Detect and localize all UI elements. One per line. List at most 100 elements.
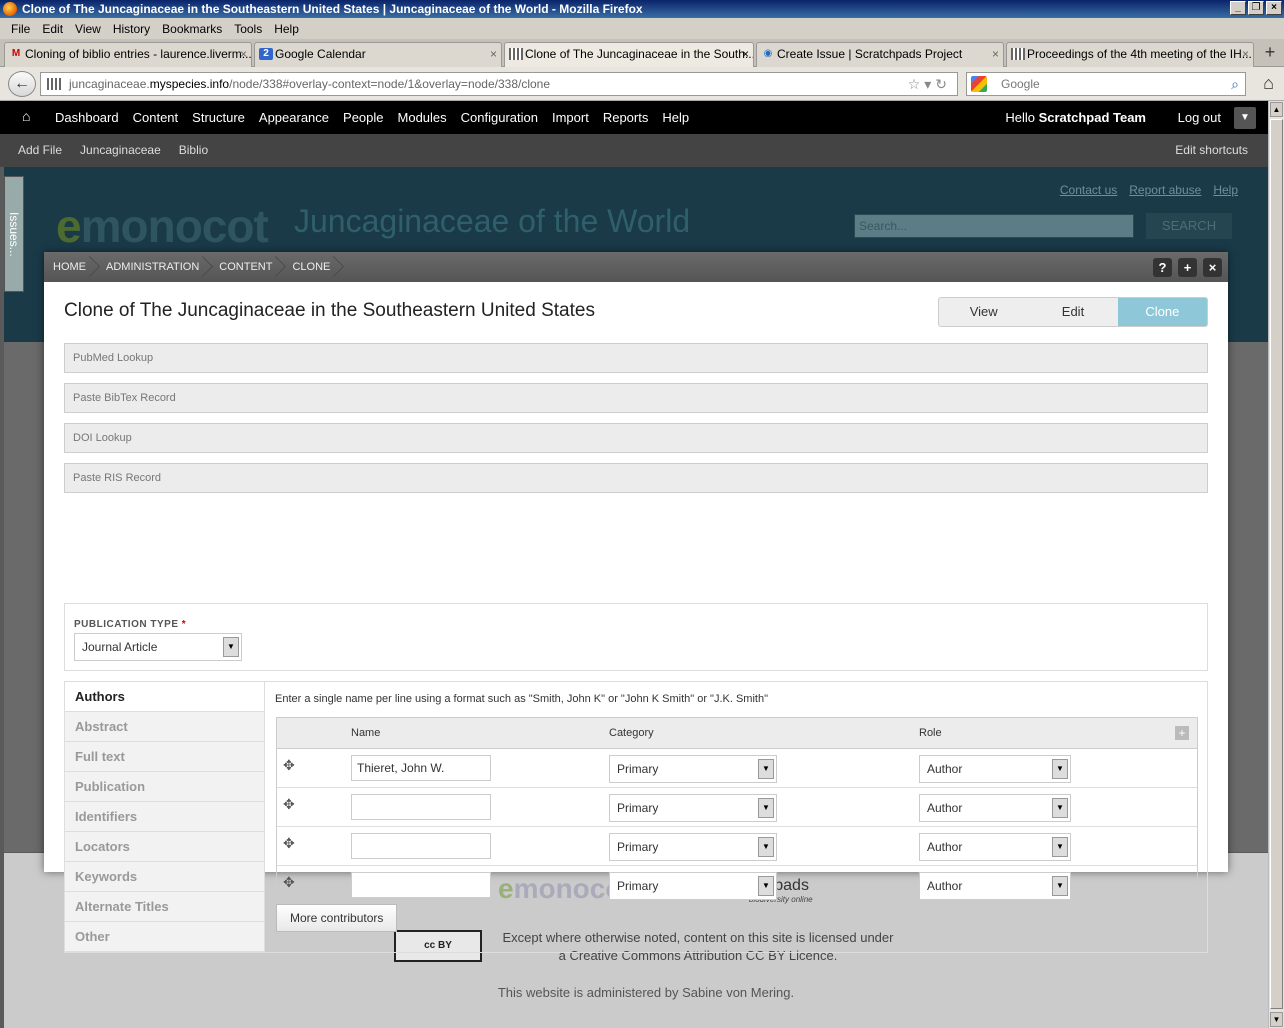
logout-link[interactable]: Log out <box>1178 110 1221 125</box>
back-button[interactable]: ← <box>8 71 36 97</box>
chevron-down-icon[interactable]: ▼ <box>223 637 239 657</box>
help-link[interactable]: Help <box>1213 183 1238 197</box>
browser-tab-calendar[interactable]: 2 Google Calendar × <box>254 42 502 67</box>
shortcut-juncaginaceae[interactable]: Juncaginaceae <box>80 143 161 157</box>
contributor-name-input[interactable]: Thieret, John W. <box>351 755 491 781</box>
drag-handle-icon[interactable]: ✥ <box>283 835 295 852</box>
chevron-down-icon[interactable]: ▼ <box>1052 876 1068 896</box>
contributor-name-input[interactable] <box>351 872 491 898</box>
contributor-category-select[interactable]: Primary ▼ <box>609 755 777 783</box>
contributor-role-select[interactable]: Author ▼ <box>919 794 1071 822</box>
home-icon[interactable]: ⌂ <box>22 109 36 123</box>
minimize-button[interactable]: _ <box>1230 1 1246 15</box>
breadcrumb-home[interactable]: HOME <box>44 252 96 282</box>
scrollbar-thumb[interactable] <box>1270 119 1283 1009</box>
chevron-down-icon[interactable]: ▼ <box>1052 798 1068 818</box>
tab-clone[interactable]: Clone <box>1117 298 1207 326</box>
contributor-name-input[interactable] <box>351 833 491 859</box>
page-scrollbar[interactable]: ▲ ▼ <box>1268 101 1284 1028</box>
username[interactable]: Scratchpad Team <box>1039 110 1146 125</box>
scroll-up-icon[interactable]: ▲ <box>1270 102 1283 117</box>
breadcrumb-administration[interactable]: ADMINISTRATION <box>96 252 209 282</box>
chevron-down-icon[interactable]: ▼ <box>1234 107 1256 129</box>
drag-handle-icon[interactable]: ✥ <box>283 796 295 813</box>
vtab-authors[interactable]: Authors <box>65 682 264 712</box>
site-search-button[interactable]: SEARCH <box>1146 213 1232 239</box>
vtab-keywords[interactable]: Keywords <box>65 862 264 892</box>
web-search-input[interactable]: Google ⌕ <box>966 72 1246 96</box>
contact-link[interactable]: Contact us <box>1060 183 1117 197</box>
contributor-category-select[interactable]: Primary ▼ <box>609 794 777 822</box>
tab-view[interactable]: View <box>939 298 1028 326</box>
vtab-other[interactable]: Other <box>65 922 264 952</box>
toolbar-appearance[interactable]: Appearance <box>252 110 336 125</box>
breadcrumb-content[interactable]: CONTENT <box>209 252 282 282</box>
tab-edit[interactable]: Edit <box>1028 298 1117 326</box>
menu-view[interactable]: View <box>75 22 101 36</box>
breadcrumb-clone[interactable]: CLONE <box>282 252 340 282</box>
toolbar-help[interactable]: Help <box>655 110 696 125</box>
add-shortcut-icon[interactable]: + <box>1178 258 1197 277</box>
toolbar-modules[interactable]: Modules <box>391 110 454 125</box>
menu-history[interactable]: History <box>113 22 150 36</box>
expand-icon[interactable]: + <box>1175 726 1189 740</box>
issues-tab[interactable]: Issues... <box>4 176 24 292</box>
tab-close-icon[interactable]: × <box>742 43 749 66</box>
paste-bibtex-fieldset[interactable]: Paste BibTex Record <box>64 383 1208 413</box>
help-icon[interactable]: ? <box>1153 258 1172 277</box>
contributor-name-input[interactable] <box>351 794 491 820</box>
chevron-down-icon[interactable]: ▼ <box>758 876 774 896</box>
tab-close-icon[interactable]: × <box>1242 43 1249 66</box>
contributor-category-select[interactable]: Primary ▼ <box>609 872 777 900</box>
vtab-publication[interactable]: Publication <box>65 772 264 802</box>
site-search-input[interactable]: Search... <box>854 214 1134 238</box>
close-icon[interactable]: × <box>1203 258 1222 277</box>
more-contributors-button[interactable]: More contributors <box>276 904 398 932</box>
tab-close-icon[interactable]: × <box>240 43 247 66</box>
vtab-abstract[interactable]: Abstract <box>65 712 264 742</box>
menu-file[interactable]: File <box>11 22 30 36</box>
menu-tools[interactable]: Tools <box>234 22 262 36</box>
contributor-role-select[interactable]: Author ▼ <box>919 872 1071 900</box>
vtab-locators[interactable]: Locators <box>65 832 264 862</box>
toolbar-import[interactable]: Import <box>545 110 596 125</box>
drag-handle-icon[interactable]: ✥ <box>283 874 295 891</box>
contributor-category-select[interactable]: Primary ▼ <box>609 833 777 861</box>
menu-bookmarks[interactable]: Bookmarks <box>162 22 222 36</box>
close-window-button[interactable]: × <box>1266 1 1282 15</box>
chevron-down-icon[interactable]: ▼ <box>758 759 774 779</box>
home-button[interactable]: ⌂ <box>1263 73 1274 94</box>
browser-tab-clone[interactable]: Clone of The Juncaginaceae in the South.… <box>504 42 754 67</box>
drag-handle-icon[interactable]: ✥ <box>283 757 295 774</box>
google-icon[interactable] <box>971 76 987 92</box>
browser-tab-scratchpads[interactable]: ◉ Create Issue | Scratchpads Project × <box>756 42 1004 67</box>
url-bar[interactable]: juncaginaceae.myspecies.info/node/338#ov… <box>40 72 958 96</box>
shortcut-biblio[interactable]: Biblio <box>179 143 208 157</box>
site-identity-icon[interactable] <box>47 78 61 90</box>
report-abuse-link[interactable]: Report abuse <box>1129 183 1201 197</box>
paste-ris-fieldset[interactable]: Paste RIS Record <box>64 463 1208 493</box>
new-tab-button[interactable]: + <box>1260 43 1280 63</box>
vtab-identifiers[interactable]: Identifiers <box>65 802 264 832</box>
pubmed-lookup-fieldset[interactable]: PubMed Lookup <box>64 343 1208 373</box>
menu-help[interactable]: Help <box>274 22 299 36</box>
doi-lookup-fieldset[interactable]: DOI Lookup <box>64 423 1208 453</box>
site-logo[interactable]: emonocot <box>56 199 269 253</box>
search-icon[interactable]: ⌕ <box>1231 73 1239 95</box>
toolbar-people[interactable]: People <box>336 110 390 125</box>
chevron-down-icon[interactable]: ▼ <box>1052 837 1068 857</box>
toolbar-dashboard[interactable]: Dashboard <box>48 110 126 125</box>
chevron-down-icon[interactable]: ▼ <box>758 837 774 857</box>
chevron-down-icon[interactable]: ▼ <box>1052 759 1068 779</box>
scroll-down-icon[interactable]: ▼ <box>1270 1012 1283 1027</box>
restore-button[interactable]: ❐ <box>1248 1 1264 15</box>
vtab-full-text[interactable]: Full text <box>65 742 264 772</box>
bookmark-star-icon[interactable]: ☆▾↻ <box>908 73 951 95</box>
vtab-alternate-titles[interactable]: Alternate Titles <box>65 892 264 922</box>
publication-type-select[interactable]: Journal Article ▼ <box>74 633 242 661</box>
edit-shortcuts-link[interactable]: Edit shortcuts <box>1175 143 1248 157</box>
contributor-role-select[interactable]: Author ▼ <box>919 833 1071 861</box>
toolbar-configuration[interactable]: Configuration <box>454 110 545 125</box>
contributor-role-select[interactable]: Author ▼ <box>919 755 1071 783</box>
browser-tab-proceedings[interactable]: Proceedings of the 4th meeting of the IH… <box>1006 42 1254 67</box>
